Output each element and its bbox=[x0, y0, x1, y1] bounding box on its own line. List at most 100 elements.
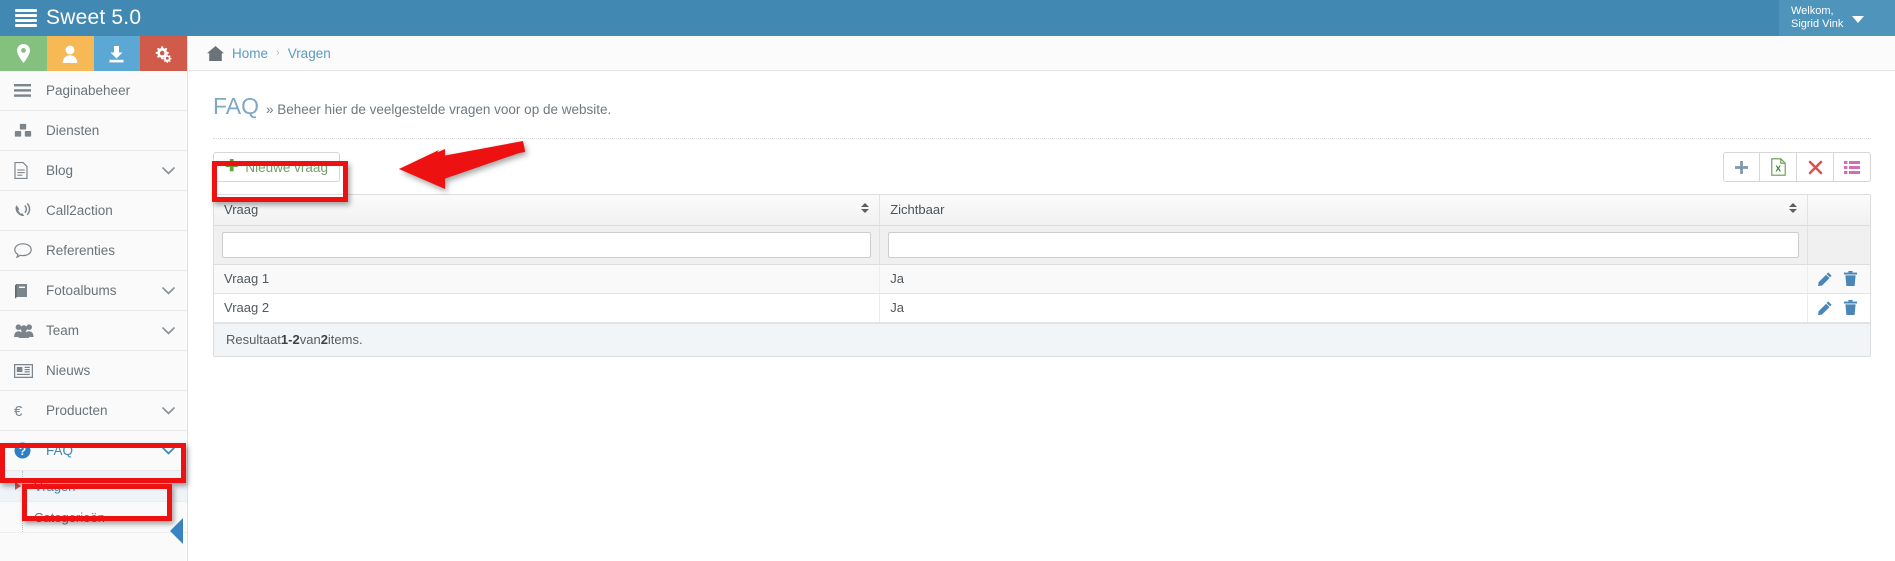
column-header-zichtbaar[interactable]: Zichtbaar bbox=[880, 195, 1807, 225]
cubes-icon bbox=[14, 123, 38, 138]
questions-table: Vraag Zichtbaar bbox=[214, 195, 1870, 323]
sidebar-item-label: Referenties bbox=[38, 243, 175, 258]
sidebar-item-team[interactable]: Team bbox=[0, 311, 187, 351]
map-marker-icon-button[interactable] bbox=[0, 36, 47, 71]
edit-pencil-icon[interactable] bbox=[1818, 272, 1832, 286]
edit-pencil-icon[interactable] bbox=[1818, 301, 1832, 315]
column-header-label: Vraag bbox=[224, 202, 258, 217]
column-header-vraag[interactable]: Vraag bbox=[214, 195, 880, 225]
sidebar-subitem-label: Vragen bbox=[34, 479, 75, 494]
sidebar-item-label: Paginabeheer bbox=[38, 83, 175, 98]
result-count: 2 bbox=[321, 332, 328, 347]
filter-input-vraag[interactable] bbox=[222, 232, 871, 258]
sidebar-item-paginabeheer[interactable]: Paginabeheer bbox=[0, 71, 187, 111]
table-body: Vraag 1 Ja bbox=[214, 264, 1870, 322]
comment-icon bbox=[14, 243, 38, 258]
cell-zichtbaar: Ja bbox=[880, 264, 1807, 293]
sidebar-item-nieuws[interactable]: Nieuws bbox=[0, 351, 187, 391]
brand-title: Sweet 5.0 bbox=[46, 7, 141, 29]
filter-cell-actions bbox=[1807, 225, 1870, 264]
result-prefix: Resultaat bbox=[226, 332, 281, 347]
brand[interactable]: Sweet 5.0 bbox=[15, 7, 141, 29]
header-divider bbox=[213, 138, 1871, 139]
user-menu-labels: Welkom, Sigrid Vink bbox=[1791, 5, 1843, 31]
download-icon-button[interactable] bbox=[94, 36, 141, 71]
sidebar-item-label: FAQ bbox=[38, 443, 162, 458]
tree-dash bbox=[22, 517, 30, 518]
sidebar-subitem-categorieen[interactable]: Categorieën bbox=[0, 502, 187, 533]
page-header: FAQ » Beheer hier de veelgestelde vragen… bbox=[189, 71, 1895, 120]
column-header-actions bbox=[1807, 195, 1870, 225]
breadcrumb: Home › Vragen bbox=[189, 36, 1895, 71]
sidebar-item-producten[interactable]: € Producten bbox=[0, 391, 187, 431]
quick-action-bar bbox=[0, 36, 187, 71]
bars-icon bbox=[14, 84, 38, 97]
filter-input-zichtbaar[interactable] bbox=[888, 232, 1798, 258]
sidebar-item-diensten[interactable]: Diensten bbox=[0, 111, 187, 151]
filter-cell-vraag bbox=[214, 225, 880, 264]
table-row[interactable]: Vraag 2 Ja bbox=[214, 293, 1870, 322]
filter-cell-zichtbaar bbox=[880, 225, 1807, 264]
page-subtitle: » Beheer hier de veelgestelde vragen voo… bbox=[266, 102, 611, 117]
user-greeting: Welkom, bbox=[1791, 5, 1843, 18]
sidebar-item-label: Team bbox=[38, 323, 162, 338]
phone-volume-icon bbox=[14, 203, 38, 219]
sidebar-item-blog[interactable]: Blog bbox=[0, 151, 187, 191]
cell-vraag: Vraag 2 bbox=[214, 293, 880, 322]
new-question-button[interactable]: ✚ Nieuwe vraag bbox=[213, 152, 340, 182]
breadcrumb-link-home[interactable]: Home bbox=[232, 46, 268, 61]
cell-zichtbaar: Ja bbox=[880, 293, 1807, 322]
table-header-row: Vraag Zichtbaar bbox=[214, 195, 1870, 225]
cell-actions bbox=[1807, 264, 1870, 293]
sidebar: Paginabeheer Diensten Blog bbox=[0, 36, 188, 561]
new-question-button-label: Nieuwe vraag bbox=[245, 160, 328, 175]
sidebar-item-call2action[interactable]: Call2action bbox=[0, 191, 187, 231]
delete-trash-icon[interactable] bbox=[1844, 300, 1857, 315]
plus-icon: ✚ bbox=[225, 159, 238, 175]
excel-export-icon-button[interactable]: X bbox=[1760, 152, 1797, 182]
svg-text:X: X bbox=[1775, 164, 1781, 174]
svg-text:€: € bbox=[14, 403, 23, 419]
sidebar-item-label: Diensten bbox=[38, 123, 175, 138]
active-marker-icon bbox=[15, 482, 21, 490]
chevron-down-icon bbox=[162, 444, 175, 458]
breadcrumb-current: Vragen bbox=[288, 46, 331, 61]
chevron-down-icon bbox=[162, 404, 175, 418]
user-menu[interactable]: Welkom, Sigrid Vink bbox=[1779, 0, 1895, 36]
row-action-group bbox=[1818, 271, 1860, 286]
action-toolbar: ✚ Nieuwe vraag X bbox=[213, 152, 1871, 182]
home-icon[interactable] bbox=[207, 46, 224, 61]
sidebar-subitem-vragen[interactable]: Vragen bbox=[0, 471, 187, 502]
sort-icon[interactable] bbox=[1789, 203, 1797, 213]
sidebar-item-faq[interactable]: ? FAQ bbox=[0, 431, 187, 471]
add-icon-button[interactable] bbox=[1723, 152, 1760, 182]
delete-trash-icon[interactable] bbox=[1844, 271, 1857, 286]
chevron-down-icon bbox=[162, 324, 175, 338]
page-title: FAQ bbox=[213, 93, 259, 120]
sidebar-item-referenties[interactable]: Referenties bbox=[0, 231, 187, 271]
caret-down-icon bbox=[1852, 16, 1864, 23]
row-action-group bbox=[1818, 300, 1860, 315]
question-circle-icon: ? bbox=[14, 442, 38, 459]
book-icon bbox=[14, 283, 38, 299]
table-row[interactable]: Vraag 1 Ja bbox=[214, 264, 1870, 293]
main-content: FAQ » Beheer hier de veelgestelde vragen… bbox=[189, 71, 1895, 561]
column-header-label: Zichtbaar bbox=[890, 202, 944, 217]
grid-result-summary: Resultaat 1-2 van 2 items. bbox=[214, 323, 1870, 356]
user-icon-button[interactable] bbox=[47, 36, 94, 71]
cell-actions bbox=[1807, 293, 1870, 322]
sidebar-item-label: Fotoalbums bbox=[38, 283, 162, 298]
gears-icon-button[interactable] bbox=[140, 36, 187, 71]
sidebar-submenu-faq: Vragen Categorieën bbox=[0, 471, 187, 533]
sort-icon[interactable] bbox=[861, 203, 869, 213]
euro-icon: € bbox=[14, 403, 38, 419]
breadcrumb-separator: › bbox=[276, 47, 280, 59]
sidebar-item-fotoalbums[interactable]: Fotoalbums bbox=[0, 271, 187, 311]
delete-icon-button[interactable] bbox=[1797, 152, 1834, 182]
sidebar-nav: Paginabeheer Diensten Blog bbox=[0, 71, 187, 471]
columns-icon-button[interactable] bbox=[1834, 152, 1871, 182]
result-middle: van bbox=[300, 332, 321, 347]
sidebar-item-label: Nieuws bbox=[38, 363, 175, 378]
cell-vraag: Vraag 1 bbox=[214, 264, 880, 293]
chevron-down-icon bbox=[162, 284, 175, 298]
